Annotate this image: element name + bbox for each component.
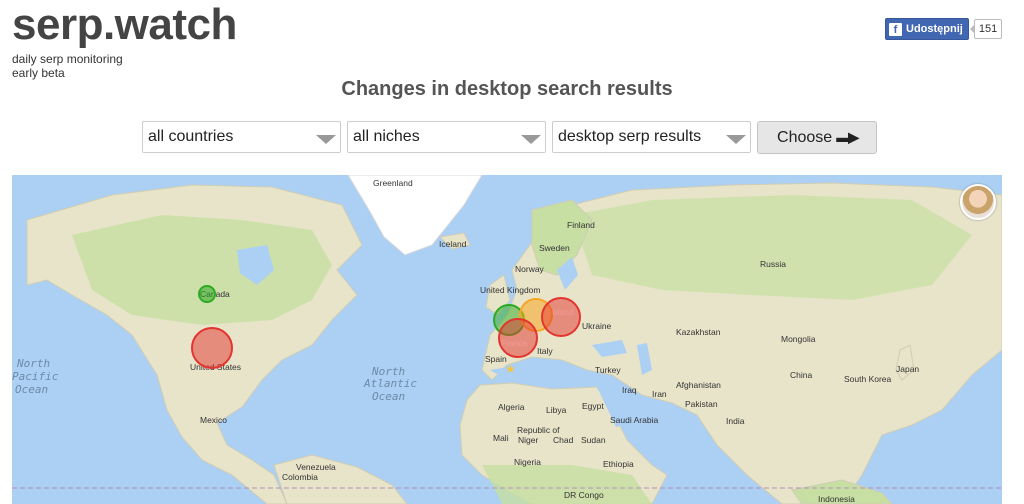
label-venezuela: Venezuela — [296, 462, 336, 472]
label-republic-of: Republic of — [517, 425, 560, 435]
niche-select[interactable]: all niches — [347, 121, 546, 153]
avatar[interactable] — [960, 184, 996, 220]
star-icon: ★ — [505, 362, 516, 376]
label-indonesia: Indonesia — [818, 494, 855, 504]
serp-type-select-value: desktop serp results — [558, 128, 702, 145]
tagline: daily serp monitoring — [12, 52, 123, 66]
country-select[interactable]: all countries — [142, 121, 341, 153]
label-mexico: Mexico — [200, 415, 227, 425]
marker-canada[interactable] — [198, 285, 216, 303]
world-map[interactable]: Greenland Iceland Finland Sweden Norway … — [12, 175, 1002, 504]
label-algeria: Algeria — [498, 402, 525, 412]
label-chad: Chad — [553, 435, 574, 445]
marker-france[interactable] — [498, 318, 538, 358]
label-finland: Finland — [567, 220, 595, 230]
page-title: Changes in desktop search results — [341, 78, 673, 100]
share-label: Udostępnij — [906, 23, 963, 35]
label-kazakhstan: Kazakhstan — [676, 327, 721, 337]
serp-type-select[interactable]: desktop serp results — [552, 121, 751, 153]
chevron-down-icon — [521, 135, 541, 144]
label-libya: Libya — [546, 405, 567, 415]
site-logo[interactable]: serp.watch — [12, 0, 237, 50]
map-canvas[interactable]: Greenland Iceland Finland Sweden Norway … — [12, 175, 1002, 504]
label-japan: Japan — [896, 364, 919, 374]
marker-poland[interactable] — [541, 297, 581, 337]
label-greenland: Greenland — [373, 178, 413, 188]
chevron-down-icon — [316, 135, 336, 144]
label-china: China — [790, 370, 812, 380]
label-colombia: Colombia — [282, 472, 318, 482]
arrow-right-icon: ▬▶ — [836, 129, 859, 145]
label-north-pacific-1: North — [16, 357, 50, 370]
label-russia: Russia — [760, 259, 786, 269]
facebook-icon: f — [889, 22, 902, 36]
label-sweden: Sweden — [539, 243, 570, 253]
label-pakistan: Pakistan — [685, 399, 718, 409]
label-iran: Iran — [652, 389, 667, 399]
label-turkey: Turkey — [595, 365, 621, 375]
label-iceland: Iceland — [439, 239, 467, 249]
label-north-pacific-2: Pacific — [12, 370, 59, 383]
label-niger: Niger — [518, 435, 538, 445]
chevron-down-icon — [726, 135, 746, 144]
marker-united-states[interactable] — [191, 327, 233, 369]
choose-button[interactable]: Choose ▬▶ — [757, 121, 877, 154]
label-uk: United Kingdom — [480, 285, 540, 295]
label-north-atlantic-2: Atlantic — [363, 377, 417, 390]
label-dr-congo: DR Congo — [564, 490, 604, 500]
niche-select-value: all niches — [353, 128, 420, 145]
label-india: India — [726, 416, 745, 426]
label-egypt: Egypt — [582, 401, 604, 411]
label-norway: Norway — [515, 264, 545, 274]
label-mali: Mali — [493, 433, 509, 443]
share-count: 151 — [969, 19, 1003, 39]
label-north-pacific-3: Ocean — [15, 383, 48, 396]
country-select-value: all countries — [148, 128, 234, 145]
label-mongolia: Mongolia — [781, 334, 816, 344]
label-ethiopia: Ethiopia — [603, 459, 634, 469]
label-north-atlantic-3: Ocean — [372, 390, 405, 403]
label-ukraine: Ukraine — [582, 321, 612, 331]
label-spain: Spain — [485, 354, 507, 364]
label-iraq: Iraq — [622, 385, 637, 395]
facebook-share-button[interactable]: f Udostępnij — [885, 18, 969, 40]
label-nigeria: Nigeria — [514, 457, 541, 467]
label-sudan: Sudan — [581, 435, 606, 445]
label-italy: Italy — [537, 346, 553, 356]
label-south-korea: South Korea — [844, 374, 892, 384]
label-saudi-arabia: Saudi Arabia — [610, 415, 658, 425]
facebook-share: f Udostępnij 151 — [885, 18, 1003, 40]
label-afghanistan: Afghanistan — [676, 380, 721, 390]
choose-button-label: Choose — [777, 128, 833, 146]
